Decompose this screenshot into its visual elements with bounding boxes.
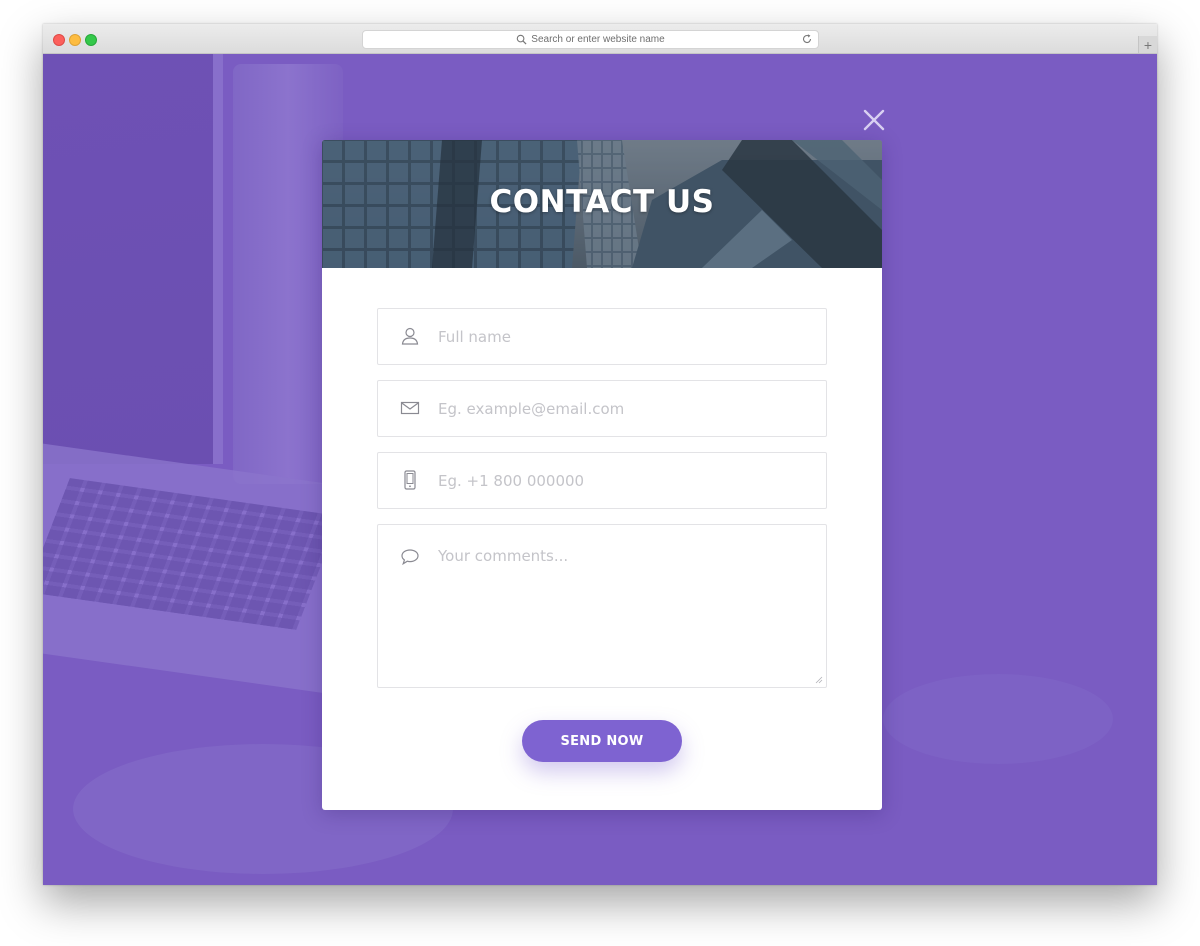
email-field [377, 380, 827, 437]
address-bar[interactable]: Search or enter website name [362, 30, 819, 49]
browser-titlebar: Search or enter website name + [43, 24, 1157, 54]
modal-header-image: CONTACT US [322, 140, 882, 268]
minimize-window-button[interactable] [69, 34, 81, 46]
comments-field [377, 524, 827, 688]
new-tab-button[interactable]: + [1138, 36, 1157, 53]
resize-grip-icon[interactable] [815, 676, 823, 684]
user-icon [401, 327, 419, 345]
background-disc [883, 674, 1113, 764]
page-viewport: CONTACT US Full name Eg. example@email.c… [43, 54, 1157, 885]
phone-icon [404, 470, 416, 490]
contact-modal: CONTACT US Full name Eg. example@email.c… [322, 140, 882, 810]
phone-field [377, 452, 827, 509]
full-name-field [377, 308, 827, 365]
maximize-window-button[interactable] [85, 34, 97, 46]
contact-form [377, 308, 827, 703]
envelope-icon [400, 401, 420, 415]
background-monitor [43, 54, 223, 464]
modal-title: CONTACT US [489, 184, 715, 220]
browser-window: Search or enter website name + CONTACT U… [43, 24, 1157, 885]
email-input[interactable] [438, 381, 818, 436]
close-window-button[interactable] [53, 34, 65, 46]
speech-bubble-icon [401, 549, 419, 566]
full-name-input[interactable] [438, 309, 818, 364]
search-icon [517, 34, 527, 45]
reload-icon[interactable] [801, 33, 813, 45]
send-now-button[interactable]: SEND NOW [522, 720, 682, 762]
address-bar-placeholder: Search or enter website name [531, 34, 665, 45]
phone-input[interactable] [438, 453, 818, 508]
close-icon[interactable] [861, 107, 887, 133]
comments-textarea[interactable] [438, 547, 818, 677]
